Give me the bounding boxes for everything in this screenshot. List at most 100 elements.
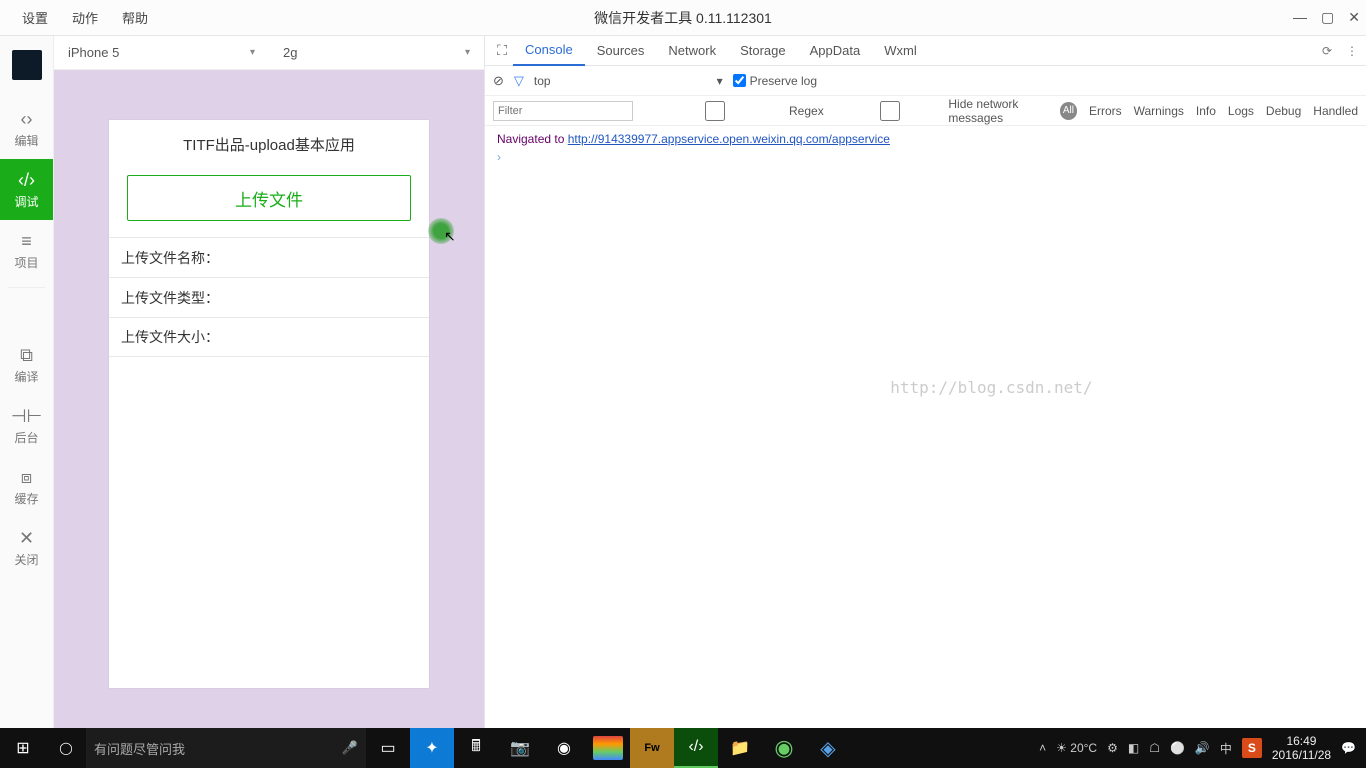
window-close-icon[interactable]: ✕	[1348, 9, 1360, 26]
window-controls: — ▢ ✕	[1293, 9, 1360, 26]
context-selector[interactable]: top ▾	[534, 74, 723, 88]
taskbar-clock[interactable]: 16:49 2016/11/28	[1272, 734, 1331, 763]
tray-icon[interactable]: ☖	[1149, 741, 1160, 755]
cursor-highlight	[428, 218, 454, 244]
camera-icon[interactable]: 📷	[498, 728, 542, 768]
teamviewer-icon[interactable]: ◈	[806, 728, 850, 768]
weather-widget[interactable]: ☀ 20°C	[1056, 741, 1097, 755]
clear-console-icon[interactable]: ⊘	[493, 73, 504, 89]
taskbar-search[interactable]: 有问题尽管问我 🎤	[86, 728, 366, 768]
sidebar-label: 缓存	[14, 490, 38, 507]
console-prompt[interactable]: ›	[497, 150, 1354, 164]
devtools-panel: ⛶ Console Sources Network Storage AppDat…	[484, 36, 1366, 728]
window-minimize-icon[interactable]: —	[1293, 9, 1307, 26]
sogou-ime-icon[interactable]: S	[1242, 738, 1262, 758]
tab-sources[interactable]: Sources	[585, 36, 657, 66]
devtools-more-icon[interactable]: ⋮	[1346, 44, 1358, 58]
menubar: 设置 动作 帮助 微信开发者工具 0.11.112301 — ▢ ✕	[0, 0, 1366, 36]
tray-icon[interactable]: ⚙	[1107, 741, 1118, 755]
console-output: Navigated to http://914339977.appservice…	[485, 126, 1366, 728]
nav-label: Navigated to	[497, 132, 568, 146]
console-toolbar: ⊘ ▽ top ▾ Preserve log	[485, 66, 1366, 96]
chevron-down-icon: ▾	[250, 47, 255, 58]
ime-indicator[interactable]: 中	[1220, 740, 1232, 757]
filter-input[interactable]	[493, 101, 633, 121]
tab-storage[interactable]: Storage	[728, 36, 798, 66]
app-icon-1[interactable]: ✦	[410, 728, 454, 768]
devtools-refresh-icon[interactable]: ⟳	[1322, 44, 1332, 58]
device-selector[interactable]: iPhone 5 ▾	[54, 45, 269, 60]
volume-icon[interactable]: 🔊	[1195, 741, 1210, 755]
tab-wxml[interactable]: Wxml	[872, 36, 929, 66]
network-icon[interactable]: ⚪	[1170, 741, 1185, 755]
mic-icon[interactable]: 🎤	[342, 740, 358, 756]
sidebar-label: 关闭	[14, 551, 38, 568]
chrome-icon[interactable]: ◉	[542, 728, 586, 768]
simulator-toolbar: iPhone 5 ▾ 2g ▾	[54, 36, 484, 70]
sidebar-debug[interactable]: ‹/› 调试	[0, 159, 53, 220]
filter-funnel-icon[interactable]: ▽	[514, 73, 524, 89]
preserve-log-input[interactable]	[733, 74, 746, 87]
filter-info[interactable]: Info	[1196, 104, 1216, 118]
sidebar-edit[interactable]: ‹› 编辑	[0, 98, 53, 159]
calculator-icon[interactable]: 🖩	[454, 728, 498, 768]
sidebar-label: 后台	[14, 429, 38, 446]
devtools-tabs: ⛶ Console Sources Network Storage AppDat…	[485, 36, 1366, 66]
console-filter-bar: Regex Hide network messages All Errors W…	[485, 96, 1366, 126]
menu-settings[interactable]: 设置	[10, 8, 60, 27]
app-page-title: TITF出品-upload基本应用	[109, 120, 429, 165]
sidebar-label: 项目	[14, 254, 38, 271]
menu-actions[interactable]: 动作	[60, 8, 110, 27]
window-maximize-icon[interactable]: ▢	[1321, 9, 1334, 26]
cortana-icon[interactable]: ◯	[46, 741, 86, 755]
cache-icon: ⧈	[21, 468, 32, 486]
sidebar-compile[interactable]: ⧉ 编译	[0, 334, 53, 395]
filter-logs[interactable]: Logs	[1228, 104, 1254, 118]
background-icon: ⊣⊢	[11, 407, 42, 425]
filter-handled[interactable]: Handled	[1313, 104, 1358, 118]
network-selector[interactable]: 2g ▾	[269, 45, 484, 60]
action-center-icon[interactable]: 💬	[1341, 741, 1356, 755]
filter-debug[interactable]: Debug	[1266, 104, 1301, 118]
code-icon: ‹›	[21, 110, 33, 128]
compile-icon: ⧉	[20, 346, 33, 364]
sidebar-close[interactable]: ✕ 关闭	[0, 517, 53, 578]
filter-errors[interactable]: Errors	[1089, 104, 1122, 118]
debug-icon: ‹/›	[18, 171, 35, 189]
sidebar: ‹› 编辑 ‹/› 调试 ≡ 项目 ⧉ 编译 ⊣⊢ 后台 ⧈ 缓存 ✕ 关闭	[0, 36, 54, 728]
sidebar-cache[interactable]: ⧈ 缓存	[0, 456, 53, 517]
menu-help[interactable]: 帮助	[110, 8, 160, 27]
chevron-down-icon: ▾	[465, 47, 470, 58]
nav-url[interactable]: http://914339977.appservice.open.weixin.…	[568, 132, 890, 146]
regex-checkbox[interactable]: Regex	[645, 101, 824, 121]
menu-icon: ≡	[21, 232, 32, 250]
network-name: 2g	[283, 45, 297, 60]
tab-network[interactable]: Network	[656, 36, 728, 66]
taskview-icon[interactable]: ▭	[366, 728, 410, 768]
wechat-devtools-icon[interactable]: ‹/›	[674, 728, 718, 768]
simulator-panel: iPhone 5 ▾ 2g ▾ TITF出品-upload基本应用 上传文件 上…	[54, 36, 484, 728]
console-navigation-line: Navigated to http://914339977.appservice…	[497, 132, 1354, 146]
tab-console[interactable]: Console	[513, 36, 585, 66]
sidebar-label: 编辑	[14, 132, 38, 149]
sidebar-background[interactable]: ⊣⊢ 后台	[0, 395, 53, 456]
tray-chevron-icon[interactable]: ˄	[1039, 741, 1046, 755]
media-player-icon[interactable]	[593, 736, 623, 760]
start-button[interactable]: ⊞	[0, 728, 46, 768]
project-thumbnail[interactable]	[12, 50, 42, 80]
phone-frame: TITF出品-upload基本应用 上传文件 上传文件名称： 上传文件类型： 上…	[109, 120, 429, 688]
downloader-icon[interactable]: ◉	[762, 728, 806, 768]
filter-all[interactable]: All	[1060, 102, 1077, 120]
upload-button[interactable]: 上传文件	[127, 175, 411, 221]
preserve-log-checkbox[interactable]: Preserve log	[733, 74, 817, 88]
filter-warnings[interactable]: Warnings	[1134, 104, 1184, 118]
tray-icon[interactable]: ◧	[1128, 741, 1139, 755]
element-picker-icon[interactable]: ⛶	[491, 42, 513, 59]
sidebar-project[interactable]: ≡ 项目	[0, 220, 53, 281]
fireworks-icon[interactable]: Fw	[630, 728, 674, 768]
clock-time: 16:49	[1272, 734, 1331, 748]
windows-taskbar: ⊞ ◯ 有问题尽管问我 🎤 ▭ ✦ 🖩 📷 ◉ Fw ‹/› 📁 ◉ ◈ ˄ ☀…	[0, 728, 1366, 768]
tab-appdata[interactable]: AppData	[798, 36, 873, 66]
explorer-icon[interactable]: 📁	[718, 728, 762, 768]
hide-network-checkbox[interactable]: Hide network messages	[836, 97, 1048, 125]
